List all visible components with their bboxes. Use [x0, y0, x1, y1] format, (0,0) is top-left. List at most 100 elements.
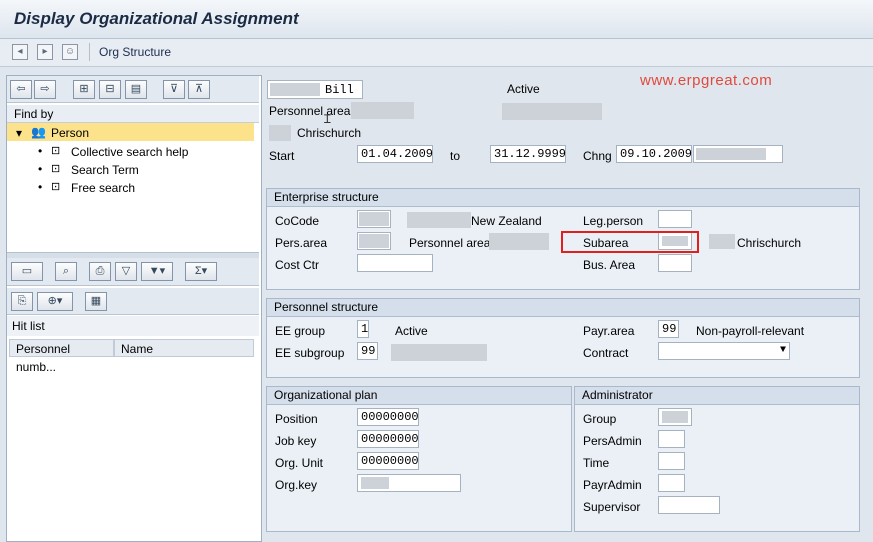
hit-list-toolbar: ▭ ⌕ ⎙ ▽ ▼▾ Σ▾	[7, 258, 259, 286]
enterprise-structure-title: Enterprise structure	[267, 189, 859, 207]
print-preview-icon[interactable]: ⎘	[11, 292, 33, 311]
employee-name: Bill	[325, 83, 354, 97]
bullet-icon: •	[38, 162, 43, 176]
redacted-value	[696, 148, 766, 160]
layout-icon[interactable]: ▦	[85, 292, 107, 311]
time-admin-field[interactable]	[658, 452, 685, 470]
administrator-title: Administrator	[575, 387, 859, 405]
previous-person-icon[interactable]: ◂	[12, 44, 28, 60]
scroll-up-icon[interactable]: ⊼	[188, 80, 210, 99]
details-icon[interactable]: ▭	[11, 262, 43, 281]
payroll-area-field[interactable]: 99	[658, 320, 679, 338]
business-area-label: Bus. Area	[583, 258, 636, 272]
scroll-down-icon[interactable]: ⊽	[163, 80, 185, 99]
title-bar: Display Organizational Assignment	[0, 0, 873, 39]
changed-label: Chng	[583, 149, 612, 163]
company-code-label: CoCode	[275, 214, 320, 228]
arrow-left-icon[interactable]: ⇦	[10, 80, 32, 99]
payroll-area-text: Non-payroll-relevant	[696, 324, 805, 338]
ee-group-text: Active	[395, 324, 428, 338]
personnel-structure-group: Personnel structure	[266, 298, 860, 378]
bullet-icon: •	[38, 180, 43, 194]
admin-group-field[interactable]	[658, 408, 692, 426]
tree-item-search-term[interactable]: Search Term	[71, 163, 139, 177]
personnel-area-field[interactable]	[357, 232, 391, 250]
location-text: Chrischurch	[297, 126, 362, 140]
object-manager-toolbar: ⇦ ⇨ ⊞ ⊟ ▤ ⊽ ⊼	[7, 76, 259, 103]
find-by-header: Find by	[7, 105, 259, 123]
text-cursor-icon: Ɪ	[324, 112, 331, 126]
application-toolbar: ◂ ▸ ☺ Org Structure	[0, 39, 873, 67]
tree-item-collective-search-help[interactable]: Collective search help	[71, 145, 188, 159]
org-unit-field[interactable]: 00000000	[357, 452, 419, 470]
redacted-value	[391, 344, 487, 361]
highlight-box	[561, 231, 699, 253]
company-code-text: New Zealand	[471, 214, 542, 228]
business-area-field[interactable]	[658, 254, 692, 272]
redacted-value	[359, 212, 389, 226]
personnel-area-label: Personnel area	[269, 104, 351, 118]
expand-icon[interactable]: ⊞	[73, 80, 95, 99]
company-code-field[interactable]	[357, 210, 391, 228]
tree-item-person-label: Person	[51, 126, 90, 140]
redacted-value	[662, 411, 688, 423]
binoculars-icon: ⊡	[51, 145, 61, 157]
org-structure-button[interactable]: Org Structure	[99, 45, 171, 59]
person-icon[interactable]: ☺	[62, 44, 78, 60]
find-by-label: Find by	[14, 107, 54, 121]
contract-dropdown[interactable]: ▼	[658, 342, 790, 360]
legal-person-label: Leg.person	[583, 214, 644, 228]
watermark: www.erpgreat.com	[640, 72, 773, 89]
export-dropdown-icon[interactable]: ⊕▾	[37, 292, 73, 311]
pers-admin-field[interactable]	[658, 430, 685, 448]
tree-item-free-search[interactable]: Free search	[71, 181, 135, 195]
org-key-field[interactable]	[357, 474, 461, 492]
redacted-value	[361, 477, 389, 489]
changed-date-field[interactable]: 09.10.2009	[616, 145, 692, 163]
sum-icon[interactable]: Σ▾	[185, 262, 217, 281]
employment-status: Active	[507, 82, 540, 96]
changed-by-field[interactable]	[693, 145, 783, 163]
supervisor-field[interactable]	[658, 496, 720, 514]
job-key-label: Job key	[275, 434, 317, 448]
end-date-field[interactable]: 31.12.9999	[490, 145, 566, 163]
filter-dropdown-icon[interactable]: ▼▾	[141, 262, 173, 281]
bullet-icon: •	[38, 144, 43, 158]
payroll-admin-field[interactable]	[658, 474, 685, 492]
redacted-value	[270, 83, 320, 96]
tree-expand-icon[interactable]: ▾	[16, 126, 22, 140]
position-field[interactable]: 00000000	[357, 408, 419, 426]
subarea-text: Chrischurch	[737, 236, 802, 250]
column-header-name[interactable]: Name	[114, 339, 254, 357]
payroll-admin-label: PayrAdmin	[583, 478, 642, 492]
org-unit-label: Org. Unit	[275, 456, 324, 470]
filter-icon[interactable]: ▽	[115, 262, 137, 281]
hit-list-toolbar-2: ⎘ ⊕▾ ▦	[7, 288, 259, 315]
org-key-label: Org.key	[275, 478, 318, 492]
personnel-structure-title: Personnel structure	[267, 299, 859, 317]
cost-center-field[interactable]	[357, 254, 433, 272]
list-icon[interactable]: ▤	[125, 80, 147, 99]
admin-group-label: Group	[583, 412, 617, 426]
time-admin-label: Time	[583, 456, 610, 470]
ee-subgroup-field[interactable]: 99	[357, 342, 378, 360]
column-header-personnel-number[interactable]: Personnel numb...	[9, 339, 114, 374]
legal-person-field[interactable]	[658, 210, 692, 228]
redacted-value	[502, 103, 602, 120]
toolbar-separator	[89, 43, 90, 61]
chevron-down-icon[interactable]: ▼	[780, 343, 786, 359]
print-icon[interactable]: ⎙	[89, 262, 111, 281]
arrow-right-icon[interactable]: ⇨	[34, 80, 56, 99]
job-key-field[interactable]: 00000000	[357, 430, 419, 448]
ee-group-field[interactable]: 1	[357, 320, 369, 338]
collapse-icon[interactable]: ⊟	[99, 80, 121, 99]
ee-group-label: EE group	[275, 324, 326, 338]
redacted-value	[359, 234, 389, 248]
hit-list-label: Hit list	[12, 319, 45, 333]
next-person-icon[interactable]: ▸	[37, 44, 53, 60]
start-date-field[interactable]: 01.04.2009	[357, 145, 433, 163]
to-label: to	[450, 149, 461, 163]
personnel-area-text-label: Personnel area	[409, 236, 491, 250]
find-icon[interactable]: ⌕	[55, 262, 77, 281]
payroll-area-label: Payr.area	[583, 324, 635, 338]
